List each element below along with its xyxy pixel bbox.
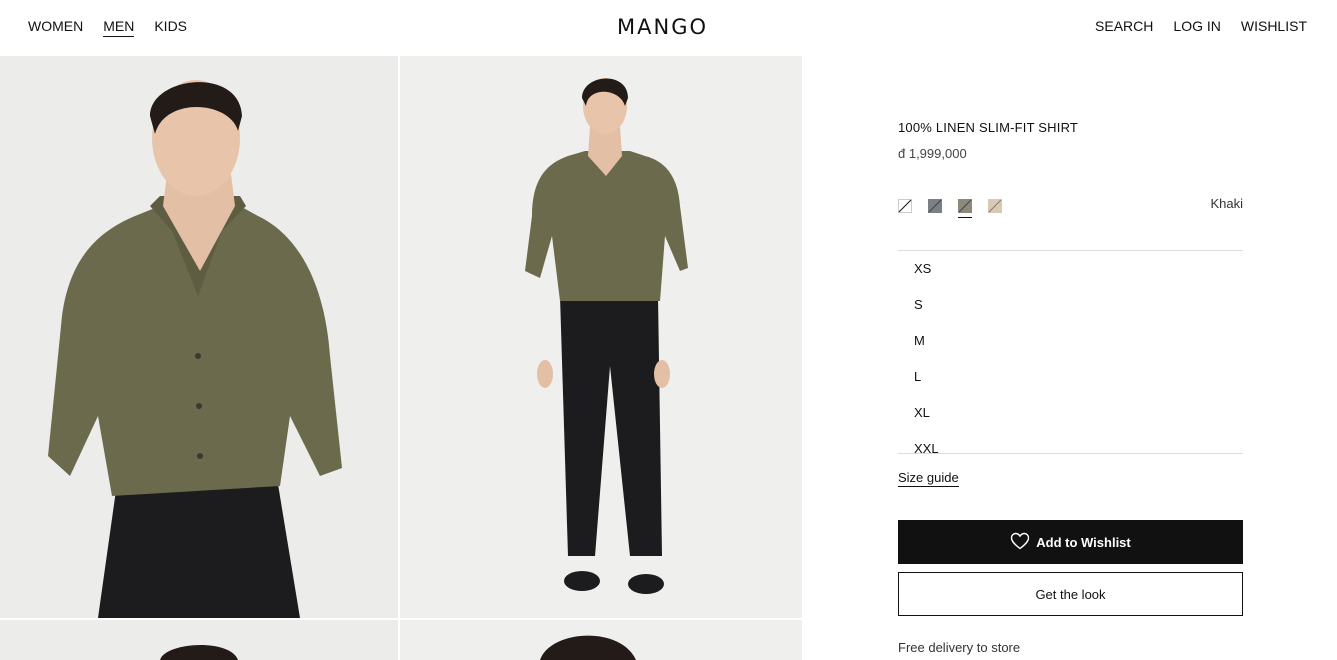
- size-option-l[interactable]: L: [898, 359, 1243, 395]
- product-photo-1[interactable]: [0, 56, 398, 618]
- product-title: 100% LINEN SLIM-FIT SHIRT: [898, 120, 1079, 135]
- login-link[interactable]: LOG IN: [1173, 18, 1220, 34]
- search-link[interactable]: SEARCH: [1095, 18, 1153, 34]
- model-closeup-image: [0, 56, 398, 618]
- delivery-info: Free delivery to store: [898, 640, 1021, 655]
- get-the-look-button[interactable]: Get the look: [898, 572, 1243, 616]
- product-photo-3[interactable]: [0, 620, 398, 660]
- product-price: đ 1,999,000: [898, 146, 967, 161]
- size-option-m[interactable]: M: [898, 323, 1243, 359]
- selected-color-name: Khaki: [1210, 196, 1243, 211]
- add-to-wishlist-label: Add to Wishlist: [1036, 534, 1131, 550]
- main-nav: WOMEN MEN KIDS: [28, 18, 187, 37]
- color-swatches: [898, 199, 1002, 218]
- swatch-khaki[interactable]: [958, 199, 972, 218]
- site-header: WOMEN MEN KIDS MANGO SEARCH LOG IN WISHL…: [0, 0, 1337, 56]
- size-option-xxl[interactable]: XXL: [898, 431, 1243, 453]
- swatch-grey[interactable]: [928, 199, 942, 213]
- swatch-beige[interactable]: [988, 199, 1002, 213]
- size-list: XS S M L XL XXL: [898, 250, 1243, 454]
- nav-men[interactable]: MEN: [103, 18, 135, 37]
- nav-women[interactable]: WOMEN: [28, 18, 83, 37]
- product-photo-4[interactable]: [400, 620, 802, 660]
- swatch-white[interactable]: [898, 199, 912, 213]
- product-photo-2[interactable]: [400, 56, 802, 618]
- size-option-s[interactable]: S: [898, 287, 1243, 323]
- heart-icon: [1010, 532, 1030, 553]
- size-option-xs[interactable]: XS: [898, 251, 1243, 287]
- nav-kids[interactable]: KIDS: [154, 18, 187, 37]
- brand-logo[interactable]: MANGO: [617, 15, 708, 39]
- utility-nav: SEARCH LOG IN WISHLIST: [1095, 18, 1307, 34]
- model-fullbody-image: [400, 56, 802, 618]
- size-option-xl[interactable]: XL: [898, 395, 1243, 431]
- wishlist-link[interactable]: WISHLIST: [1241, 18, 1307, 34]
- add-to-wishlist-button[interactable]: Add to Wishlist: [898, 520, 1243, 564]
- size-guide-link[interactable]: Size guide: [898, 470, 959, 487]
